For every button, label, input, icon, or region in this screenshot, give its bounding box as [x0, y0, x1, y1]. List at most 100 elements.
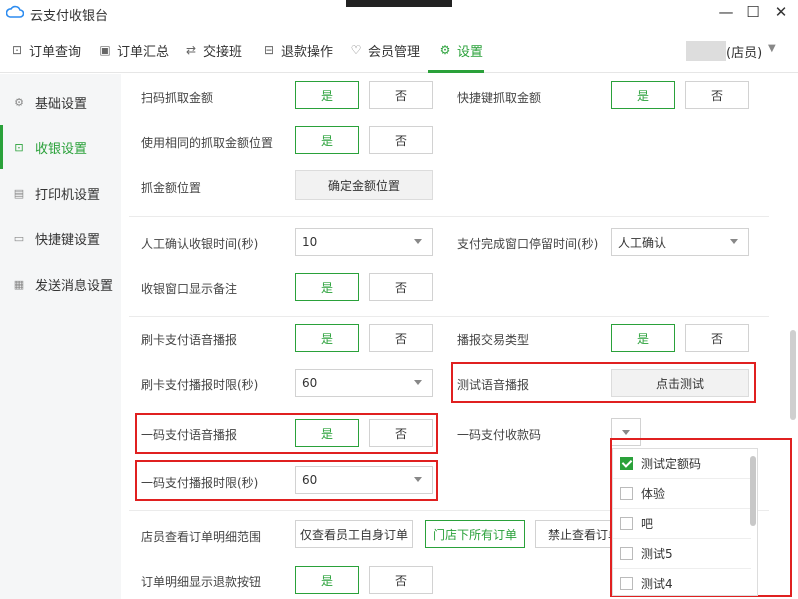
hotkey-amount-yes-button[interactable]: 是	[611, 81, 675, 109]
checkbox-icon[interactable]	[620, 487, 633, 500]
trade-type-no-button[interactable]: 否	[685, 324, 749, 352]
section-divider	[129, 216, 769, 217]
option-label: 测试定额码	[641, 457, 702, 471]
refund-button-no-button[interactable]: 否	[369, 566, 433, 594]
refund-icon: ⊟	[263, 43, 275, 57]
qr-voice-yes-button[interactable]: 是	[295, 419, 359, 447]
same-position-yes-button[interactable]: 是	[295, 126, 359, 154]
test-voice-button[interactable]: 点击测试	[611, 369, 749, 397]
sidebar-item-hotkey[interactable]: ▭ 快捷键设置	[0, 216, 121, 260]
nav-order-query[interactable]: ⊡ 订单查询	[10, 40, 81, 60]
handover-icon: ⇄	[185, 43, 197, 57]
pay-window-stay-select[interactable]: 人工确认	[611, 228, 749, 256]
refund-button-yes-button[interactable]: 是	[295, 566, 359, 594]
user-name-redacted	[686, 41, 726, 61]
show-remark-label: 收银窗口显示备注	[141, 282, 238, 296]
option-label: 体验	[641, 487, 666, 501]
maximize-button[interactable]: ☐	[742, 2, 764, 22]
qr-voice-limit-value: 60	[302, 473, 318, 487]
sidebar-item-printer[interactable]: ▤ 打印机设置	[0, 171, 121, 215]
manual-confirm-value: 10	[302, 235, 318, 249]
show-remark-no-button[interactable]: 否	[369, 273, 433, 301]
card-voice-limit-label: 刷卡支付播报时限(秒)	[141, 378, 259, 392]
nav-settings[interactable]: ⚙ 设置	[438, 40, 483, 60]
option-label: 测试4	[641, 577, 673, 591]
sidebar-item-label: 收银设置	[35, 141, 88, 157]
order-scope-all-button[interactable]: 门店下所有订单	[425, 520, 525, 548]
test-voice-label: 测试语音播报	[457, 378, 530, 392]
checkbox-icon[interactable]	[620, 517, 633, 530]
settings-icon: ⚙	[439, 43, 451, 57]
cashier-icon: ⊡	[14, 140, 24, 154]
nav-refund[interactable]: ⊟ 退款操作	[262, 40, 333, 60]
minimize-button[interactable]: —	[715, 2, 737, 22]
summary-icon: ▣	[99, 43, 111, 57]
card-voice-yes-button[interactable]: 是	[295, 324, 359, 352]
dropdown-option[interactable]: 体验	[613, 479, 751, 509]
option-label: 测试5	[641, 547, 673, 561]
app-title: 云支付收银台	[30, 9, 109, 24]
nav-member[interactable]: ♡ 会员管理	[349, 40, 420, 60]
dropdown-option[interactable]: 测试4	[613, 569, 751, 595]
nav-label: 设置	[457, 44, 484, 60]
sidebar-item-label: 打印机设置	[35, 187, 101, 203]
message-icon: ▦	[13, 277, 25, 291]
order-scope-forbid-button[interactable]: 禁止查看订单	[535, 520, 615, 548]
nav-label: 订单汇总	[117, 44, 170, 60]
user-role[interactable]: (店员)	[726, 42, 762, 61]
caret-down-icon	[414, 239, 422, 244]
scan-amount-no-button[interactable]: 否	[369, 81, 433, 109]
printer-icon: ▤	[13, 186, 25, 200]
hotkey-amount-label: 快捷键抓取金额	[457, 91, 542, 105]
dropdown-scrollbar[interactable]	[750, 456, 756, 526]
qr-voice-label: 一码支付语音播报	[141, 428, 238, 442]
qr-voice-limit-select[interactable]: 60	[295, 466, 433, 494]
trade-type-label: 播报交易类型	[457, 333, 530, 347]
sidebar-item-label: 基础设置	[35, 96, 88, 112]
nav-label: 退款操作	[281, 44, 334, 60]
qr-voice-no-button[interactable]: 否	[369, 419, 433, 447]
close-button[interactable]: ✕	[770, 2, 792, 22]
pay-window-stay-label: 支付完成窗口停留时间(秒)	[457, 237, 599, 251]
trade-type-yes-button[interactable]: 是	[611, 324, 675, 352]
order-scope-self-button[interactable]: 仅查看员工自身订单	[295, 520, 413, 548]
nav-label: 订单查询	[29, 44, 82, 60]
scan-amount-label: 扫码抓取金额	[141, 91, 214, 105]
checkbox-icon[interactable]	[620, 547, 633, 560]
manual-confirm-select[interactable]: 10	[295, 228, 433, 256]
dropdown-option[interactable]: 吧	[613, 509, 751, 539]
gear-icon: ⚙	[14, 95, 24, 109]
content-scrollbar[interactable]	[790, 330, 796, 420]
checkbox-icon[interactable]	[620, 577, 633, 590]
caret-down-icon	[622, 430, 630, 435]
nav-label: 会员管理	[368, 44, 421, 60]
hotkey-amount-no-button[interactable]: 否	[685, 81, 749, 109]
card-voice-no-button[interactable]: 否	[369, 324, 433, 352]
qr-voice-limit-label: 一码支付播报时限(秒)	[141, 476, 259, 490]
caret-down-icon	[414, 380, 422, 385]
confirm-amount-position-button[interactable]: 确定金额位置	[295, 170, 433, 200]
nav-order-summary[interactable]: ▣ 订单汇总	[98, 40, 169, 60]
checkbox-checked-icon[interactable]	[620, 457, 633, 470]
nav-label: 交接班	[203, 44, 243, 60]
sidebar-item-basic[interactable]: ⚙ 基础设置	[0, 80, 121, 124]
caret-down-icon	[414, 477, 422, 482]
sidebar-active-indicator	[0, 125, 3, 169]
card-voice-limit-value: 60	[302, 376, 318, 390]
sidebar-item-label: 快捷键设置	[35, 232, 101, 248]
dropdown-option[interactable]: 测试5	[613, 539, 751, 569]
sidebar-item-message[interactable]: ▦ 发送消息设置	[0, 262, 121, 306]
qr-code-label: 一码支付收款码	[457, 428, 542, 442]
dropdown-option[interactable]: 测试定额码	[613, 449, 751, 479]
same-position-no-button[interactable]: 否	[369, 126, 433, 154]
cloud-logo-icon	[6, 5, 24, 18]
section-divider	[129, 316, 769, 317]
show-remark-yes-button[interactable]: 是	[295, 273, 359, 301]
sidebar-item-cashier[interactable]: ⊡ 收银设置	[0, 125, 121, 169]
nav-handover[interactable]: ⇄ 交接班	[184, 40, 242, 60]
scan-amount-yes-button[interactable]: 是	[295, 81, 359, 109]
card-voice-limit-select[interactable]: 60	[295, 369, 433, 397]
keyboard-icon: ▭	[13, 231, 25, 245]
chevron-down-icon[interactable]: ▼	[768, 43, 776, 54]
amount-position-label: 抓金额位置	[141, 181, 202, 195]
